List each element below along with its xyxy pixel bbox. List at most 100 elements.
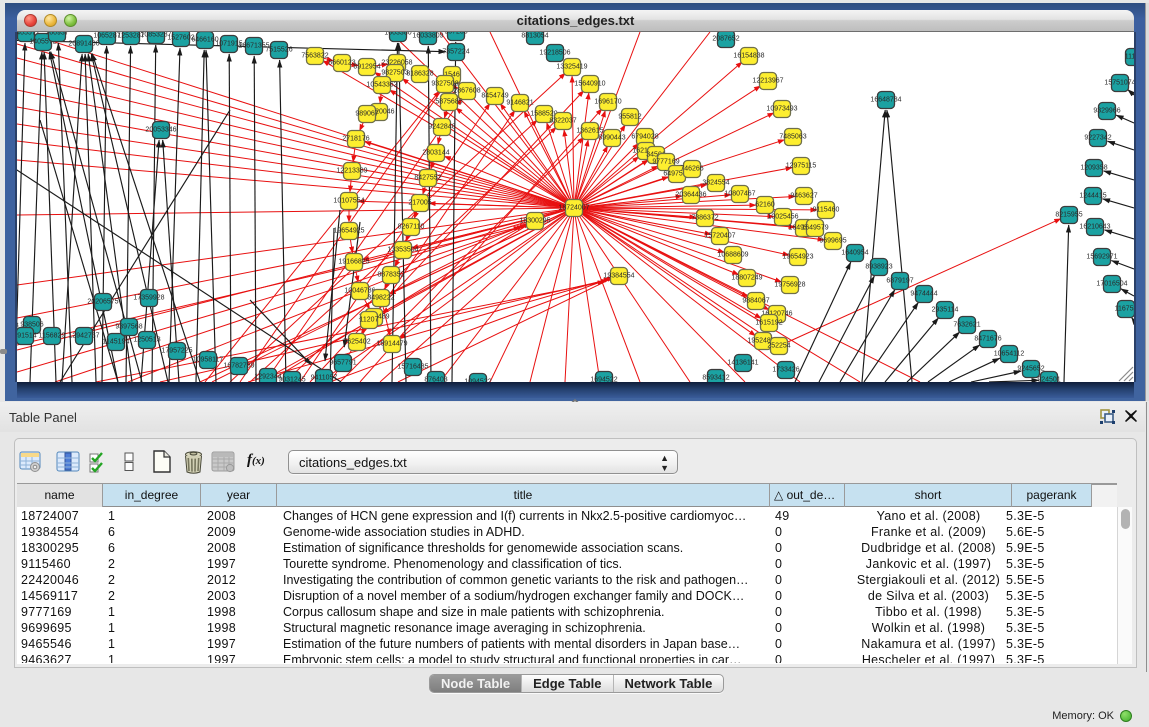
- svg-text:10543362: 10543362: [366, 82, 397, 89]
- svg-text:18300295: 18300295: [519, 218, 550, 225]
- svg-text:9657791: 9657791: [329, 360, 356, 367]
- svg-text:9115460: 9115460: [813, 207, 840, 214]
- svg-text:7386372: 7386372: [691, 215, 718, 222]
- svg-text:13353504: 13353504: [387, 247, 418, 254]
- svg-text:7357224: 7357224: [442, 49, 469, 56]
- svg-text:2867608: 2867608: [453, 88, 480, 95]
- svg-text:1603380: 1603380: [384, 32, 411, 37]
- svg-text:1649579: 1649579: [801, 225, 828, 232]
- svg-text:8427552: 8427552: [414, 175, 441, 182]
- svg-text:20206575: 20206575: [87, 299, 118, 306]
- svg-text:62160: 62160: [755, 202, 775, 209]
- svg-text:8186328: 8186328: [406, 71, 433, 78]
- svg-text:10025456: 10025456: [767, 214, 798, 221]
- svg-text:8990443: 8990443: [598, 135, 625, 142]
- svg-text:9327508: 9327508: [431, 81, 458, 88]
- svg-text:11207: 11207: [360, 317, 379, 324]
- svg-text:16154838: 16154838: [733, 53, 764, 60]
- svg-text:12975115: 12975115: [786, 163, 817, 170]
- svg-text:18724007: 18724007: [558, 205, 589, 212]
- svg-text:15640910: 15640910: [574, 81, 605, 88]
- svg-text:7485063: 7485063: [779, 134, 806, 141]
- svg-text:3498222: 3498222: [367, 295, 394, 302]
- svg-text:16033809: 16033809: [412, 33, 443, 40]
- svg-text:11123: 11123: [1125, 54, 1134, 61]
- svg-text:8593412: 8593412: [702, 375, 729, 382]
- svg-text:10688609: 10688609: [717, 252, 748, 259]
- svg-text:13325419: 13325419: [556, 64, 587, 71]
- svg-text:2087652: 2087652: [712, 36, 739, 43]
- svg-text:6794028: 6794028: [631, 134, 658, 141]
- svg-text:15692971: 15692971: [1086, 254, 1117, 261]
- svg-text:7515526: 7515526: [265, 47, 292, 54]
- svg-text:5875685: 5875685: [435, 99, 462, 106]
- svg-text:8215955: 8215955: [1055, 212, 1082, 219]
- svg-text:10807467: 10807467: [724, 191, 755, 198]
- svg-text:8660123: 8660123: [328, 60, 355, 67]
- svg-text:19756928: 19756928: [774, 282, 805, 289]
- svg-text:9397568: 9397568: [115, 324, 142, 331]
- svg-text:1244415: 1244415: [1079, 193, 1106, 200]
- svg-text:19654925: 19654925: [333, 228, 364, 235]
- svg-text:8454749: 8454749: [481, 93, 508, 100]
- svg-text:8267110: 8267110: [398, 224, 425, 231]
- svg-text:8938923: 8938923: [865, 264, 892, 271]
- svg-text:2803144: 2803144: [422, 150, 449, 157]
- svg-text:9777169: 9777169: [652, 159, 679, 166]
- svg-text:760937: 760937: [45, 32, 68, 37]
- svg-text:15720407: 15720407: [704, 233, 735, 240]
- svg-text:19218506: 19218506: [539, 50, 570, 57]
- svg-text:12213967: 12213967: [752, 78, 783, 85]
- svg-text:1362615: 1362615: [576, 128, 603, 135]
- svg-text:17016504: 17016504: [1096, 281, 1127, 288]
- svg-text:116753: 116753: [1115, 306, 1134, 313]
- svg-text:15751074: 15751074: [1104, 80, 1134, 87]
- svg-text:6879197: 6879197: [886, 278, 913, 285]
- svg-text:955812: 955812: [618, 114, 641, 121]
- svg-text:9146821: 9146821: [506, 100, 533, 107]
- svg-text:252254: 252254: [767, 343, 790, 350]
- svg-text:16648784: 16648784: [870, 97, 901, 104]
- svg-text:1588520: 1588520: [530, 111, 557, 118]
- svg-text:957233: 957233: [444, 32, 467, 36]
- svg-text:10654112: 10654112: [994, 351, 1025, 358]
- svg-text:19654923: 19654923: [782, 254, 813, 261]
- svg-text:14136141: 14136141: [727, 360, 758, 367]
- svg-text:8912954: 8912954: [353, 64, 380, 71]
- svg-text:1640954: 1640954: [841, 250, 868, 257]
- svg-text:7625402: 7625402: [343, 339, 370, 346]
- svg-text:9827503: 9827503: [381, 70, 408, 77]
- svg-text:16782759: 16782759: [223, 363, 254, 370]
- svg-text:8878352: 8878352: [377, 272, 404, 279]
- svg-text:15716485: 15716485: [397, 364, 428, 371]
- svg-text:20364436: 20364436: [675, 192, 706, 199]
- svg-text:1145194: 1145194: [103, 339, 130, 346]
- svg-text:16914479: 16914479: [376, 341, 407, 348]
- svg-text:20891406: 20891406: [68, 41, 99, 48]
- svg-text:1615192: 1615192: [755, 320, 782, 327]
- svg-text:9474444: 9474444: [910, 291, 937, 298]
- svg-text:7632621: 7632621: [953, 322, 980, 329]
- svg-text:17359928: 17359928: [133, 295, 164, 302]
- svg-text:9411057: 9411057: [311, 375, 338, 382]
- svg-text:8813054: 8813054: [521, 33, 548, 40]
- svg-text:10107554: 10107554: [333, 198, 364, 205]
- svg-text:2935114: 2935114: [932, 307, 959, 314]
- svg-text:17957225: 17957225: [161, 348, 192, 355]
- svg-text:1209358: 1209358: [1080, 165, 1107, 172]
- svg-text:12942737: 12942737: [68, 333, 99, 340]
- svg-text:19384554: 19384554: [603, 273, 634, 280]
- svg-text:10958117: 10958117: [193, 357, 224, 364]
- svg-text:3824554: 3824554: [702, 180, 729, 187]
- svg-text:16210643: 16210643: [1079, 224, 1110, 231]
- svg-text:9329966: 9329966: [1093, 108, 1120, 115]
- svg-text:18807249: 18807249: [731, 275, 762, 282]
- svg-text:989067: 989067: [355, 111, 378, 118]
- svg-text:217005: 217005: [408, 200, 431, 207]
- svg-text:9227342: 9227342: [1084, 135, 1111, 142]
- svg-text:20053346: 20053346: [145, 127, 176, 134]
- svg-text:9463627: 9463627: [790, 193, 817, 200]
- svg-text:1733426: 1733426: [772, 367, 799, 374]
- svg-text:9245652: 9245652: [1017, 366, 1044, 373]
- svg-text:2718176: 2718176: [342, 136, 369, 143]
